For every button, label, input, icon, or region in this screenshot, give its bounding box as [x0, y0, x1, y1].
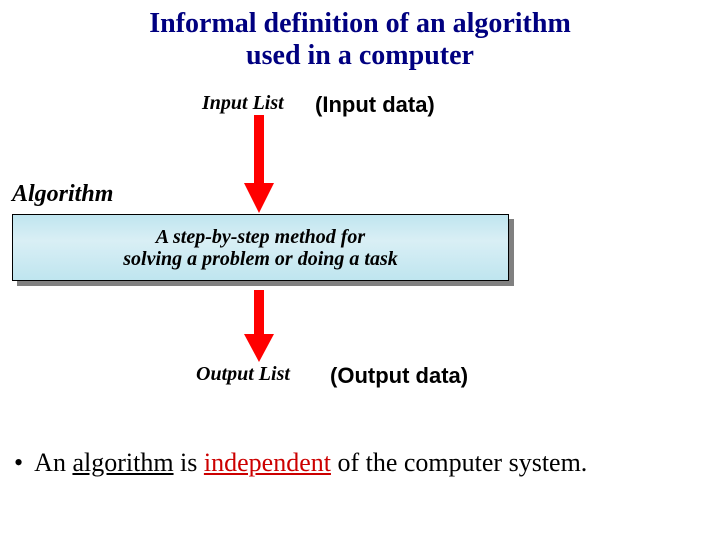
input-list-label: Input List: [202, 92, 284, 115]
slide-title: Informal definition of an algorithm used…: [0, 8, 720, 72]
algorithm-box: A step-by-step method for solving a prob…: [12, 214, 514, 286]
bullet-word-independent: independent: [204, 448, 331, 477]
bullet-word-algorithm: algorithm: [72, 448, 173, 477]
input-data-annotation: (Input data): [315, 92, 435, 118]
title-line-1: Informal definition of an algorithm: [149, 8, 571, 39]
bullet-dot: •: [14, 448, 23, 477]
bullet-mid: is: [174, 448, 204, 477]
title-line-2: used in a computer: [246, 40, 474, 71]
bullet-statement: • An algorithm is independent of the com…: [14, 448, 706, 478]
output-list-label: Output List: [196, 363, 290, 386]
output-data-annotation: (Output data): [330, 363, 468, 389]
algorithm-box-text: A step-by-step method for solving a prob…: [113, 226, 407, 270]
arrow-down-icon: [244, 115, 274, 213]
algorithm-label: Algorithm: [12, 181, 113, 208]
bullet-pre: An: [29, 448, 72, 477]
arrow-down-icon: [244, 290, 274, 362]
bullet-post: of the computer system.: [331, 448, 587, 477]
algorithm-box-face: A step-by-step method for solving a prob…: [12, 214, 509, 281]
